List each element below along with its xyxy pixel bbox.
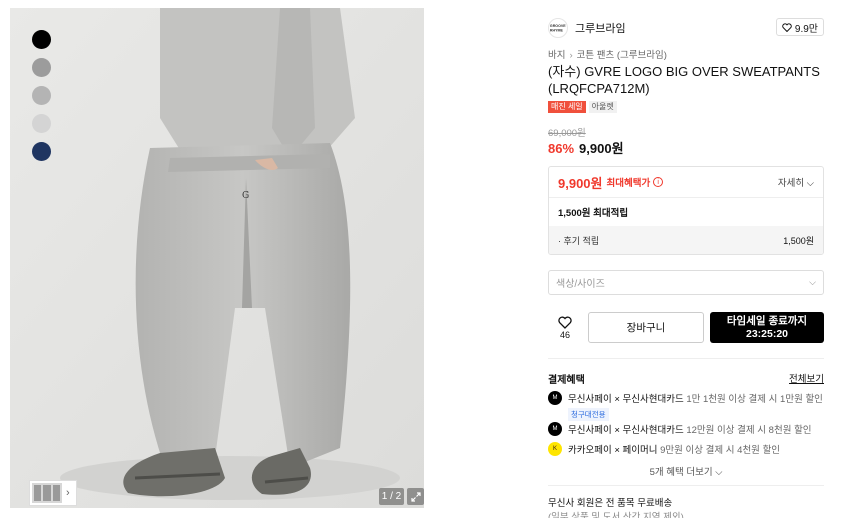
- brand-name[interactable]: 그루브라임: [575, 20, 626, 36]
- musinsa-pay-icon: M: [548, 422, 562, 436]
- color-swatch-black[interactable]: [32, 30, 51, 49]
- breadcrumb-item[interactable]: 바지: [548, 50, 565, 61]
- add-to-cart-button[interactable]: 장바구니: [588, 312, 704, 343]
- more-benefits-label: 5개 혜택 더보기: [649, 467, 713, 478]
- brand-logo-text: GROOVE RHYME: [549, 23, 566, 33]
- thumbnail-image[interactable]: [32, 483, 62, 503]
- max-benefit-label: 최대혜택가: [606, 178, 651, 189]
- payment-benefit-main: 무신사페이 × 무신사현대카드: [568, 394, 684, 405]
- detail-label: 자세히: [777, 178, 805, 189]
- detail-toggle[interactable]: 자세히 ⌵: [778, 175, 814, 189]
- payment-benefits-title: 결제혜택: [548, 375, 585, 386]
- image-counter: 1 / 2: [379, 488, 404, 505]
- review-points-label: · 후기 적립: [558, 235, 600, 246]
- sale-tag: 매진 세일: [548, 101, 586, 113]
- color-swatch-gray[interactable]: [32, 58, 51, 77]
- brand-logo[interactable]: GROOVE RHYME: [548, 18, 568, 38]
- product-title: (자수) GVRE LOGO BIG OVER SWEATPANTS (LRQF…: [548, 64, 820, 96]
- chevron-down-icon: ⌵: [809, 277, 816, 287]
- chevron-down-icon: ⌵: [715, 467, 723, 478]
- payment-benefit-tag: 청구대전용: [568, 408, 609, 421]
- shipping-note: (일부 상품 및 도서 산간 지역 제외): [548, 512, 684, 518]
- heart-icon: [558, 316, 572, 329]
- payment-benefit-main: 무신사페이 × 무신사현대카드: [568, 425, 684, 436]
- product-tags: 매진 세일 아울렛: [548, 101, 617, 113]
- payment-benefit-desc: 1만 1천원 이상 결제 시 1만원 할인: [686, 394, 823, 405]
- divider: [548, 485, 824, 486]
- max-points-line: 1,500원 최대적립: [558, 208, 629, 219]
- option-select-placeholder: 색상/사이즈: [556, 279, 605, 290]
- max-benefit-price: 9,900원: [558, 175, 603, 191]
- purchase-actions: 46 장바구니 타임세일 종료까지 23:25:20: [548, 312, 824, 343]
- time-sale-label: 타임세일 종료까지: [726, 314, 808, 327]
- kakao-pay-icon: K: [548, 442, 562, 456]
- payment-benefit-main: 카카오페이 × 페이머니: [568, 445, 658, 456]
- option-select[interactable]: 색상/사이즈 ⌵: [548, 270, 824, 295]
- brand-like-button[interactable]: 9.9만: [775, 18, 824, 36]
- outlet-tag: 아울렛: [588, 101, 617, 113]
- chevron-right-icon: ›: [569, 50, 573, 61]
- shipping-info: 무신사 회원은 전 품목 무료배송: [548, 498, 673, 509]
- time-sale-countdown: 23:25:20: [745, 327, 789, 340]
- payment-benefit-desc: 9만원 이상 결제 시 4천원 할인: [660, 445, 781, 456]
- heart-icon: [782, 22, 792, 32]
- color-swatch-navy[interactable]: [32, 142, 51, 161]
- svg-text:G: G: [242, 191, 249, 201]
- brand-like-count: 9.9만: [794, 23, 818, 35]
- payment-benefit-item: M 무신사페이 × 무신사현대카드 12만원 이상 결제 시 8천원 할인: [548, 422, 812, 436]
- expand-icon[interactable]: [407, 488, 424, 505]
- color-swatches: [32, 30, 51, 161]
- max-benefit-header[interactable]: 9,900원 최대혜택가 i 자세히 ⌵: [549, 167, 823, 198]
- review-points-value: 1,500원: [783, 235, 814, 246]
- wish-button[interactable]: 46: [548, 312, 582, 343]
- payment-benefits-view-all[interactable]: 전체보기: [789, 371, 824, 386]
- price-row: 86% 9,900원: [548, 138, 624, 157]
- info-icon[interactable]: i: [653, 177, 664, 187]
- product-photo: G: [10, 8, 424, 508]
- color-swatch-light-gray[interactable]: [32, 86, 51, 105]
- buy-now-button[interactable]: 타임세일 종료까지 23:25:20: [710, 312, 824, 343]
- chevron-right-icon[interactable]: ›: [66, 487, 70, 499]
- product-image-gallery[interactable]: G › 1 / 2: [10, 8, 424, 508]
- musinsa-pay-icon: M: [548, 391, 562, 405]
- brand-row: GROOVE RHYME 그루브라임 9.9만: [548, 17, 824, 39]
- wish-count: 46: [559, 329, 570, 340]
- max-benefit-box: 9,900원 최대혜택가 i 자세히 ⌵ 1,500원 최대적립 · 후기 적립…: [548, 166, 824, 255]
- more-benefits-button[interactable]: 5개 혜택 더보기 ⌵: [548, 464, 824, 478]
- sale-price: 9,900원: [579, 141, 624, 156]
- discount-rate: 86%: [548, 141, 575, 156]
- color-swatch-pale-gray[interactable]: [32, 114, 51, 133]
- product-page: G › 1 / 2 GROOVE RHYME 그루브라임 9.9만 바지 › 코…: [0, 0, 850, 518]
- payment-benefit-item: K 카카오페이 × 페이머니 9만원 이상 결제 시 4천원 할인: [548, 442, 780, 456]
- breadcrumb: 바지 › 코튼 팬츠 (그루브라임): [548, 47, 667, 61]
- breadcrumb-item[interactable]: 코튼 팬츠 (그루브라임): [577, 50, 667, 61]
- payment-benefit-desc: 12만원 이상 결제 시 8천원 할인: [686, 425, 812, 436]
- original-price: 69,000원: [548, 128, 586, 139]
- payment-benefits-header: 결제혜택 전체보기: [548, 371, 824, 386]
- review-points-row: · 후기 적립 1,500원: [549, 226, 823, 254]
- chevron-down-icon: ⌵: [806, 178, 814, 189]
- divider: [548, 358, 824, 359]
- thumbnail-strip[interactable]: ›: [29, 480, 77, 506]
- payment-benefit-item: M 무신사페이 × 무신사현대카드 1만 1천원 이상 결제 시 1만원 할인 …: [548, 391, 823, 421]
